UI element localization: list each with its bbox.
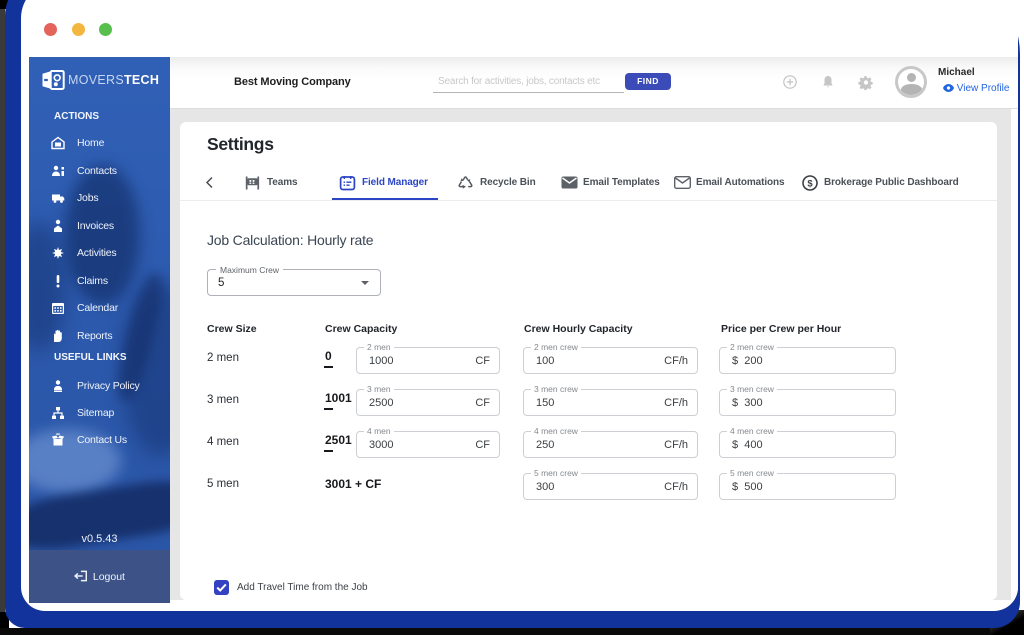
svg-text:$: $ [807, 179, 813, 190]
